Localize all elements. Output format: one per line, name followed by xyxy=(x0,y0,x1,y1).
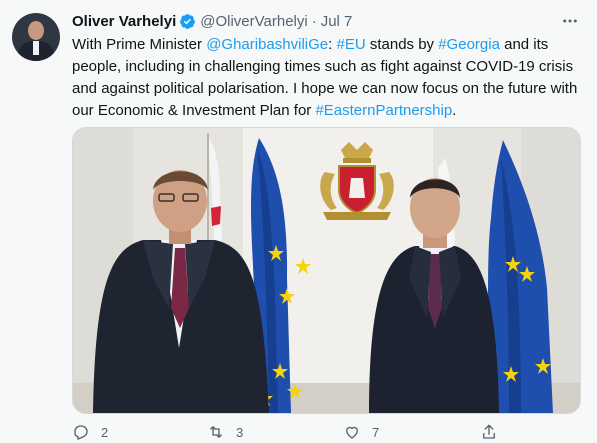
share-button[interactable] xyxy=(480,423,509,441)
tweet-actions: 2 3 7 xyxy=(72,423,512,443)
author-handle[interactable]: @OliverVarhelyi xyxy=(200,13,307,30)
hashtag-easternpartnership-link[interactable]: #EasternPartnership xyxy=(315,102,452,119)
avatar-face xyxy=(28,21,44,40)
reply-icon xyxy=(74,425,88,440)
tweet-text: With Prime Minister @GharibashviliGe: #E… xyxy=(72,34,582,122)
reply-button[interactable]: 2 xyxy=(72,423,108,441)
like-count: 7 xyxy=(372,424,380,440)
hashtag-georgia-link[interactable]: #Georgia xyxy=(438,36,500,53)
separator-dot: · xyxy=(311,12,317,30)
heart-icon xyxy=(346,426,358,439)
reply-count: 2 xyxy=(101,424,109,440)
retweet-button[interactable]: 3 xyxy=(207,423,243,441)
author-avatar[interactable] xyxy=(12,13,60,61)
photo-illustration xyxy=(73,128,580,413)
verified-badge-icon xyxy=(180,13,196,29)
text-segment: stands by xyxy=(365,36,439,53)
more-options-icon[interactable] xyxy=(561,12,579,30)
text-segment: With Prime Minister xyxy=(72,36,207,53)
author-name[interactable]: Oliver Varhelyi xyxy=(72,13,176,30)
avatar-shirt xyxy=(33,41,39,55)
tweet-photo[interactable] xyxy=(72,127,581,414)
mention-link[interactable]: @GharibashviliGe xyxy=(206,36,328,53)
retweet-icon xyxy=(210,426,222,438)
tweet-header: Oliver Varhelyi @OliverVarhelyi · Jul 7 xyxy=(72,11,352,31)
hashtag-eu-link[interactable]: #EU xyxy=(336,36,365,53)
like-button[interactable]: 7 xyxy=(343,423,379,441)
retweet-count: 3 xyxy=(236,424,244,440)
text-segment: . xyxy=(452,102,457,119)
tweet-date[interactable]: Jul 7 xyxy=(321,13,353,30)
share-icon xyxy=(483,424,495,439)
